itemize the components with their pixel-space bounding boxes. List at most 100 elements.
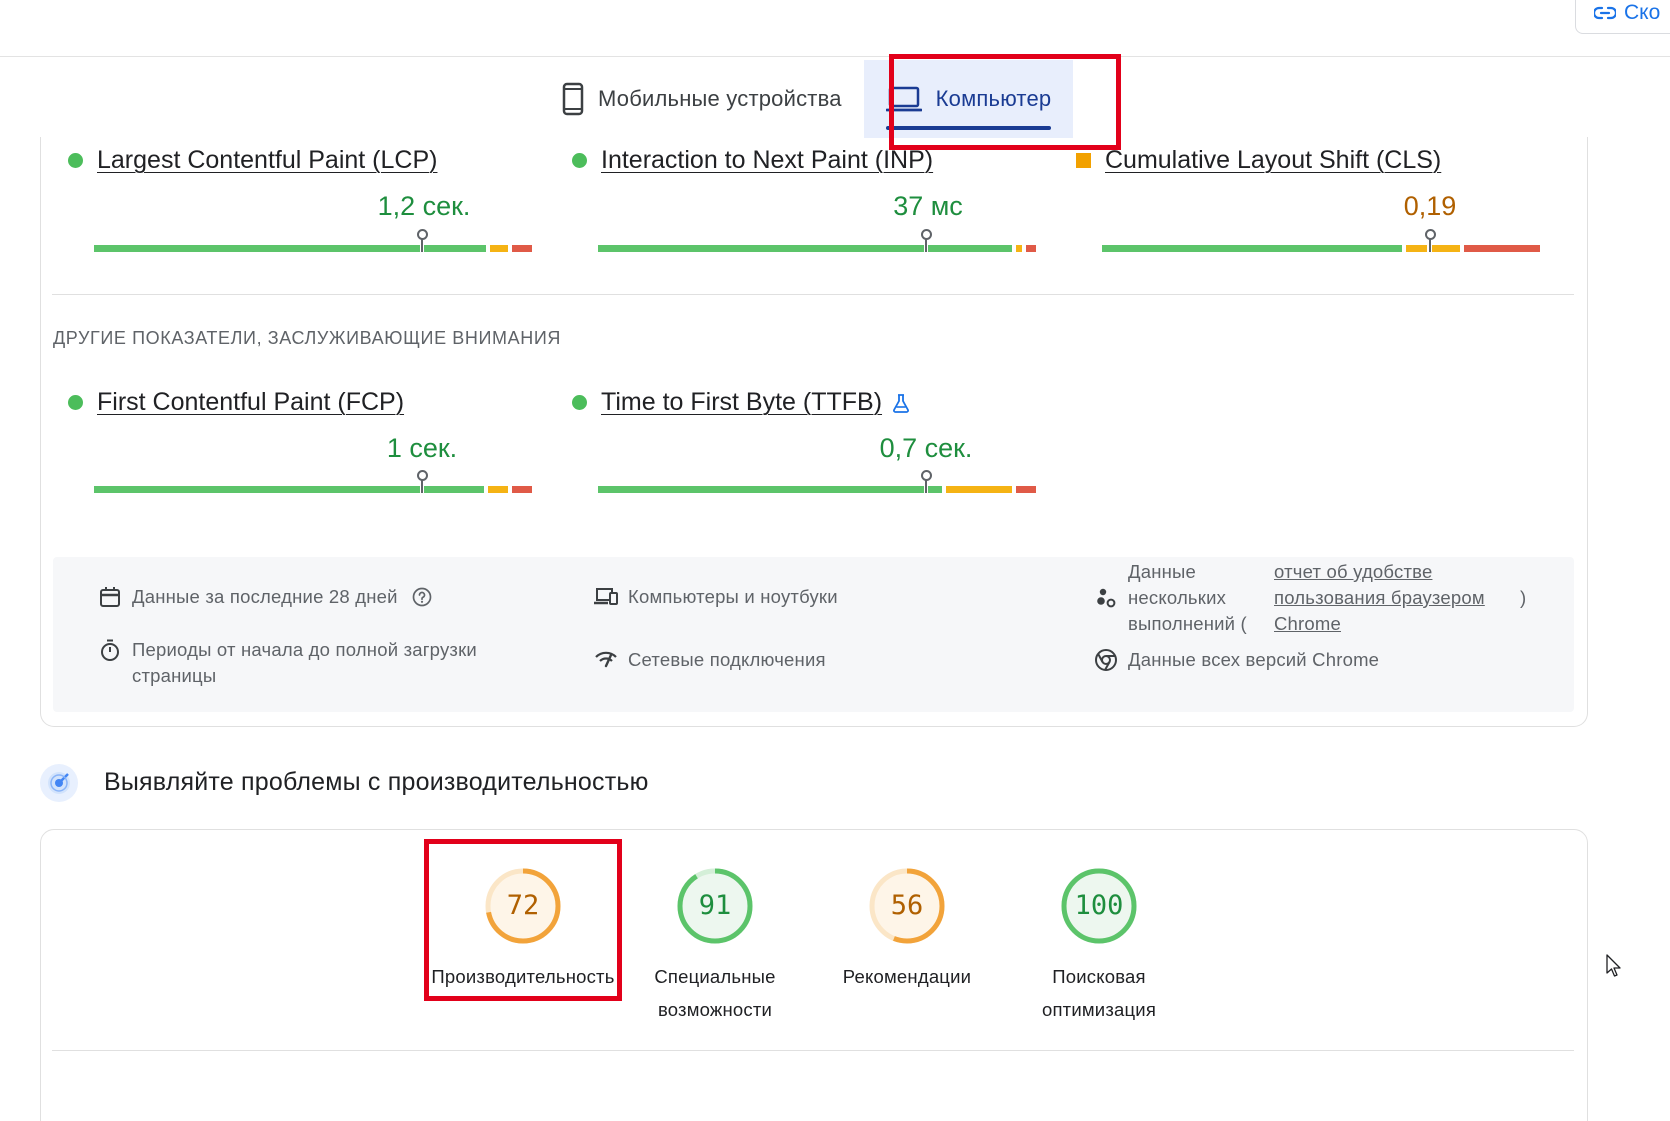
info-samples-text: Данные нескольких выполнений (	[1128, 561, 1247, 634]
good-status-dot	[572, 153, 587, 168]
metric-marker	[921, 470, 932, 493]
gauge-label: Рекомендации	[842, 966, 972, 987]
info-period: Данные за последние 28 дней	[98, 584, 434, 610]
help-icon[interactable]	[412, 587, 432, 607]
metric-inp-value: 37 мс	[893, 191, 963, 221]
gauge-best-practices[interactable]: 56 Рекомендации	[807, 866, 1007, 993]
bar-good-segment	[598, 486, 924, 493]
metric-lcp: Largest Contentful Paint (LCP)	[68, 146, 437, 175]
multiple-samples-icon	[1097, 588, 1116, 608]
tab-mobile[interactable]: Мобильные устройства	[540, 60, 864, 138]
bar-average-segment	[490, 245, 508, 252]
metric-cls-bar	[1102, 229, 1540, 252]
tab-desktop-label: Компьютер	[935, 86, 1052, 111]
metric-ttfb-value: 0,7 сек.	[879, 433, 973, 463]
link-icon	[1594, 6, 1616, 20]
tab-desktop[interactable]: Компьютер	[863, 60, 1074, 138]
metric-marker	[417, 229, 428, 252]
gauge-label: Производительность	[431, 966, 615, 987]
timer-icon	[101, 639, 119, 661]
metric-cls-value: 0,19	[1403, 191, 1457, 221]
mouse-cursor-icon	[1606, 954, 1621, 977]
bar-good-segment	[598, 245, 924, 252]
bar-good-segment	[424, 245, 486, 252]
gauge-score: 72	[506, 890, 540, 921]
chrome-icon	[1095, 649, 1117, 671]
good-status-dot	[68, 395, 83, 410]
copy-link-button[interactable]: Ско	[1575, 0, 1670, 34]
laptop-icon	[885, 86, 922, 112]
radar-icon	[40, 764, 78, 802]
info-devices-text: Компьютеры и ноутбуки	[628, 586, 838, 607]
gauge-accessibility[interactable]: 91 Специальные возможности	[615, 866, 815, 1026]
bar-good-segment	[424, 486, 484, 493]
metric-lcp-bar	[94, 229, 532, 252]
average-status-square	[1076, 153, 1091, 168]
metric-fcp-name[interactable]: First Contentful Paint (FCP)	[97, 388, 404, 417]
metric-lcp-name[interactable]: Largest Contentful Paint (LCP)	[97, 146, 437, 175]
metric-ttfb: Time to First Byte (TTFB)	[572, 388, 910, 417]
bar-poor-segment	[1016, 486, 1036, 493]
gauge-label: Поисковая оптимизация	[1041, 966, 1157, 1020]
bar-good-segment	[94, 245, 420, 252]
gauge-score: 91	[698, 890, 732, 921]
devices-icon	[594, 588, 618, 605]
gauge-performance[interactable]: 72 Производительность	[423, 866, 623, 993]
bar-average-segment	[488, 486, 508, 493]
metric-ttfb-bar	[598, 470, 1036, 493]
active-tab-indicator	[885, 126, 1052, 130]
gauge-score: 100	[1074, 890, 1124, 921]
metric-inp-bar	[598, 229, 1036, 252]
bar-poor-segment	[512, 245, 532, 252]
info-samples-suffix: )	[1520, 587, 1527, 608]
tab-mobile-label: Мобильные устройства	[598, 86, 842, 111]
smartphone-icon	[562, 82, 584, 116]
metric-cls: Cumulative Layout Shift (CLS)	[1076, 146, 1441, 175]
diagnose-heading: Выявляйте проблемы с производительностью	[104, 768, 649, 796]
bar-poor-segment	[1464, 245, 1540, 252]
metric-inp: Interaction to Next Paint (INP)	[572, 146, 933, 175]
bar-good-segment	[94, 486, 420, 493]
info-duration: Периоды от начала до полной загрузки стр…	[98, 637, 518, 689]
metric-ttfb-name[interactable]: Time to First Byte (TTFB)	[601, 388, 882, 417]
bar-good-segment	[928, 486, 942, 493]
info-network: Сетевые подключения	[594, 647, 826, 673]
gauge-score: 56	[890, 890, 924, 921]
bar-poor-segment	[1026, 245, 1036, 252]
info-network-text: Сетевые подключения	[628, 649, 826, 670]
metric-marker	[921, 229, 932, 252]
gauge-label: Специальные возможности	[654, 966, 776, 1020]
device-tabs: Мобильные устройства Компьютер	[540, 60, 1074, 138]
bar-average-segment	[1406, 245, 1427, 252]
calendar-icon	[100, 587, 120, 607]
metric-fcp: First Contentful Paint (FCP)	[68, 388, 404, 417]
metric-marker	[1425, 229, 1436, 252]
other-metrics-heading: ДРУГИЕ ПОКАЗАТЕЛИ, ЗАСЛУЖИВАЮЩИЕ ВНИМАНИ…	[53, 328, 561, 348]
copy-link-label: Ско	[1624, 1, 1661, 24]
bar-average-segment	[946, 486, 1012, 493]
section-divider	[52, 1050, 1574, 1051]
metric-fcp-bar	[94, 470, 532, 493]
info-duration-text: Периоды от начала до полной загрузки стр…	[132, 639, 477, 686]
good-status-dot	[572, 395, 587, 410]
metric-cls-name[interactable]: Cumulative Layout Shift (CLS)	[1105, 146, 1441, 175]
gauge-seo[interactable]: 100 Поисковая оптимизация	[999, 866, 1199, 1026]
bar-average-segment	[1432, 245, 1460, 252]
bar-good-segment	[928, 245, 1012, 252]
flask-icon[interactable]	[892, 393, 910, 413]
network-icon	[595, 651, 617, 668]
bar-poor-segment	[512, 486, 532, 493]
info-chrome-versions-text: Данные всех версий Chrome	[1128, 649, 1380, 670]
section-divider	[52, 294, 1574, 295]
info-period-text: Данные за последние 28 дней	[132, 586, 398, 607]
info-samples: Данные нескольких выполнений ( отчет об …	[1094, 559, 1526, 637]
metric-fcp-value: 1 сек.	[386, 433, 458, 463]
bar-good-segment	[1102, 245, 1402, 252]
good-status-dot	[68, 153, 83, 168]
metric-inp-name[interactable]: Interaction to Next Paint (INP)	[601, 146, 933, 175]
metric-marker	[417, 470, 428, 493]
crux-report-link[interactable]: отчет об удобстве пользования браузером …	[1274, 559, 1510, 637]
top-bar: Ско	[0, 0, 1670, 57]
metric-lcp-value: 1,2 сек.	[377, 191, 471, 221]
bar-average-segment	[1016, 245, 1022, 252]
